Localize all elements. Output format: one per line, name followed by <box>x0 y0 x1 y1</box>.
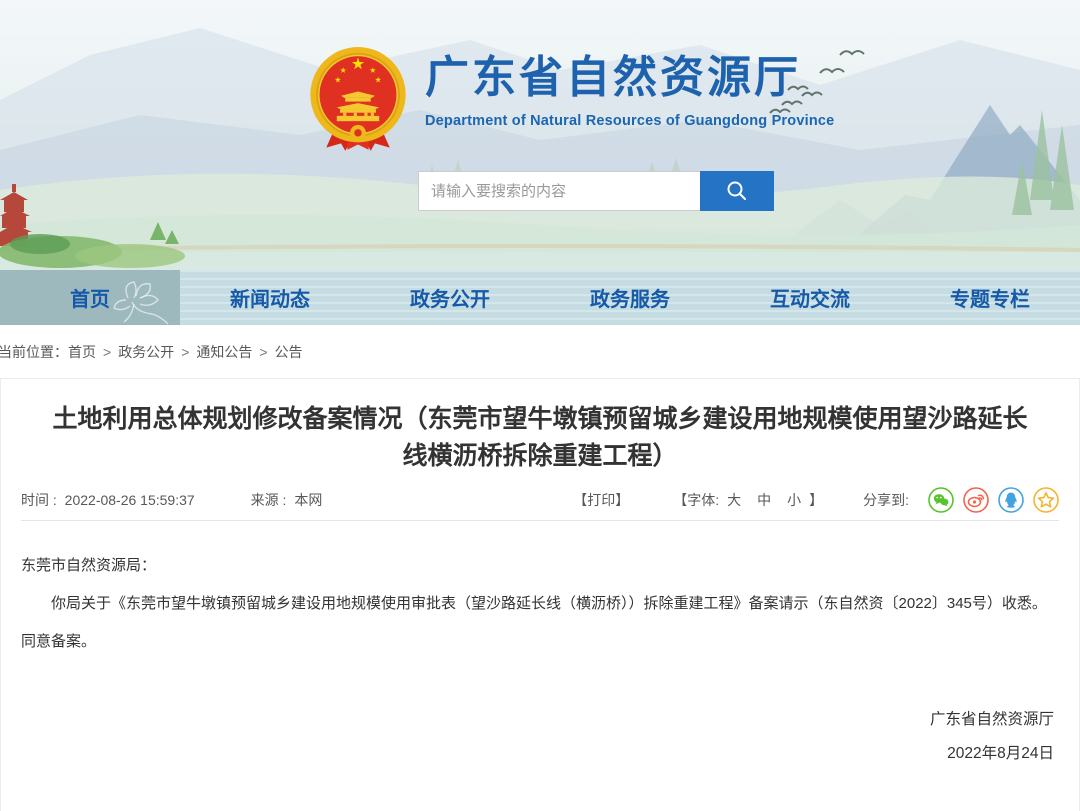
page: 广东省自然资源厅 Department of Natural Resources… <box>0 0 1080 811</box>
wechat-share-icon[interactable] <box>928 487 954 513</box>
font-size-large-button[interactable]: 大 <box>727 490 741 510</box>
breadcrumb-prefix: 当前位置： <box>0 342 68 362</box>
article-body: 东莞市自然资源局： 你局关于《东莞市望牛墩镇预留城乡建设用地规模使用审批表（望沙… <box>21 547 1059 661</box>
font-size-small-button[interactable]: 小 <box>787 490 801 510</box>
share-icons <box>919 487 1059 513</box>
breadcrumb-item-gov-info[interactable]: 政务公开 <box>118 342 174 362</box>
main-nav: 首页 新闻动态 政务公开 政务服务 互动交流 <box>0 270 1080 325</box>
share-label: 分享到: <box>863 490 909 510</box>
flower-decoration-icon <box>110 276 172 326</box>
site-logo[interactable]: 广东省自然资源厅 Department of Natural Resources… <box>305 46 834 154</box>
breadcrumb-item-notices[interactable]: 通知公告 <box>196 342 252 362</box>
breadcrumb-separator: > <box>103 344 111 360</box>
article-meta-row: 时间 : 2022-08-26 15:59:37 来源 : 本网 【打印】 【字… <box>21 487 1059 513</box>
breadcrumb-separator: > <box>259 344 267 360</box>
nav-item-label: 新闻动态 <box>230 283 310 312</box>
site-title: 广东省自然资源厅 <box>425 52 834 105</box>
article-container: 土地利用总体规划修改备案情况（东莞市望牛墩镇预留城乡建设用地规模使用望沙路延长线… <box>0 378 1080 811</box>
search-button[interactable] <box>700 171 774 211</box>
site-subtitle: Department of Natural Resources of Guang… <box>425 113 834 129</box>
search-input[interactable] <box>418 171 700 211</box>
nav-item-interaction[interactable]: 互动交流 <box>720 270 900 325</box>
nav-item-label: 专题专栏 <box>950 283 1030 312</box>
qzone-share-icon[interactable] <box>1033 487 1059 513</box>
nav-item-home[interactable]: 首页 <box>0 270 180 325</box>
nav-item-gov-services[interactable]: 政务服务 <box>540 270 720 325</box>
publish-time: 时间 : 2022-08-26 15:59:37 <box>21 490 195 510</box>
nav-item-label: 政务公开 <box>410 283 490 312</box>
article-title: 土地利用总体规划修改备案情况（东莞市望牛墩镇预留城乡建设用地规模使用望沙路延长线… <box>43 401 1037 475</box>
qq-share-icon[interactable] <box>998 487 1024 513</box>
search-bar <box>418 171 774 211</box>
breadcrumb-item-home[interactable]: 首页 <box>68 342 96 362</box>
print-button[interactable]: 【打印】 <box>573 490 629 510</box>
time-value: 2022-08-26 15:59:37 <box>65 492 195 508</box>
weibo-share-icon[interactable] <box>963 487 989 513</box>
nav-item-gov-info[interactable]: 政务公开 <box>360 270 540 325</box>
font-label-open: 【字体: <box>673 490 719 510</box>
article-salutation: 东莞市自然资源局： <box>21 547 1059 585</box>
site-header: 广东省自然资源厅 Department of Natural Resources… <box>0 0 1080 270</box>
nav-item-special-topics[interactable]: 专题专栏 <box>900 270 1080 325</box>
font-label-close: 】 <box>809 490 823 510</box>
font-size-medium-button[interactable]: 中 <box>757 490 771 510</box>
source-label: 来源 : <box>251 492 287 508</box>
signature-agency: 广东省自然资源厅 <box>1 703 1054 737</box>
breadcrumb: 当前位置： 首页 > 政务公开 > 通知公告 > 公告 <box>0 325 1080 378</box>
site-title-block: 广东省自然资源厅 Department of Natural Resources… <box>425 46 834 129</box>
nav-item-news[interactable]: 新闻动态 <box>180 270 360 325</box>
source: 来源 : 本网 <box>251 490 323 510</box>
breadcrumb-separator: > <box>181 344 189 360</box>
nav-item-label: 首页 <box>70 283 110 312</box>
nav-item-label: 政务服务 <box>590 283 670 312</box>
article-meta-right: 【打印】 【字体: 大 中 小 】 分享到: <box>573 487 1059 513</box>
article-meta-left: 时间 : 2022-08-26 15:59:37 来源 : 本网 <box>21 490 322 510</box>
nav-item-label: 互动交流 <box>770 283 850 312</box>
meta-divider <box>21 520 1059 521</box>
article-paragraph: 你局关于《东莞市望牛墩镇预留城乡建设用地规模使用审批表（望沙路延长线（横沥桥））… <box>21 585 1059 661</box>
source-value: 本网 <box>294 492 322 508</box>
article-signature-block: 广东省自然资源厅 2022年8月24日 <box>1 703 1054 771</box>
breadcrumb-item-announcement[interactable]: 公告 <box>275 342 303 362</box>
signature-date: 2022年8月24日 <box>1 737 1054 771</box>
national-emblem-icon <box>305 46 411 154</box>
time-label: 时间 : <box>21 492 57 508</box>
search-icon <box>725 179 749 203</box>
font-size-control: 【字体: 大 中 小 】 <box>673 490 823 510</box>
